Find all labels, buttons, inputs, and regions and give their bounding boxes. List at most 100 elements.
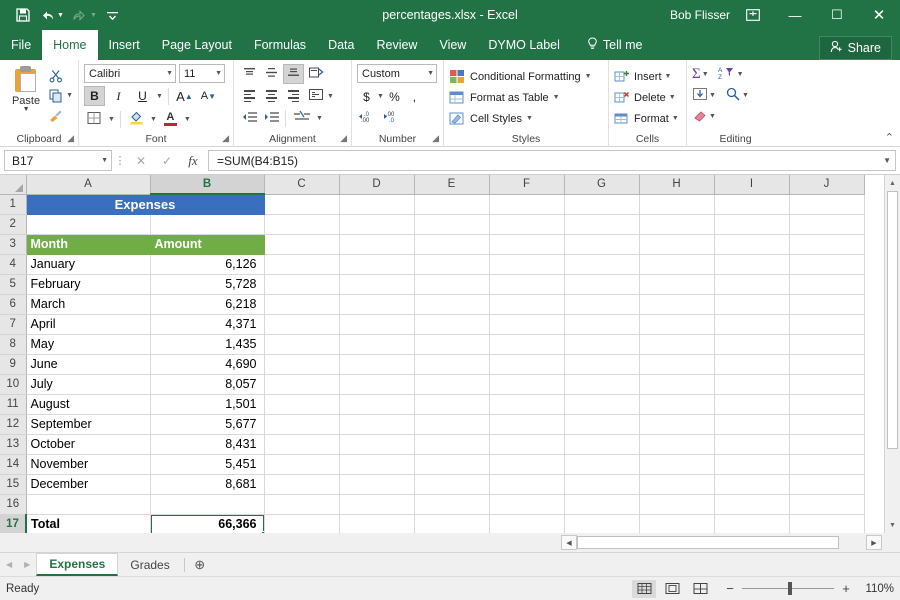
tab-insert[interactable]: Insert <box>98 30 151 60</box>
cell-h13[interactable] <box>639 434 715 455</box>
paste-dropdown-caret[interactable]: ▼ <box>23 106 30 113</box>
cell-e8[interactable] <box>414 334 490 355</box>
cell-h1[interactable] <box>639 194 715 215</box>
cell-b6[interactable]: 6,218 <box>150 294 265 315</box>
cell-c7[interactable] <box>264 314 340 335</box>
column-header-b[interactable]: B <box>150 175 265 195</box>
cell-i4[interactable] <box>714 254 790 275</box>
cell-d10[interactable] <box>339 374 415 395</box>
cell-j14[interactable] <box>789 454 865 475</box>
cell-i11[interactable] <box>714 394 790 415</box>
zoom-out-button[interactable]: − <box>724 581 736 596</box>
cell-h14[interactable] <box>639 454 715 475</box>
cell-f15[interactable] <box>489 474 565 495</box>
cell-h10[interactable] <box>639 374 715 395</box>
horizontal-scrollbar[interactable]: ◀ ▶ <box>561 535 882 550</box>
cell-i13[interactable] <box>714 434 790 455</box>
cell-b3-amount-header[interactable]: Amount <box>150 234 265 255</box>
cell-f16[interactable] <box>489 494 565 515</box>
column-header-d[interactable]: D <box>339 175 415 195</box>
cell-b12[interactable]: 5,677 <box>150 414 265 435</box>
decrease-decimal-button[interactable]: .00.0 <box>382 108 406 127</box>
cell-e11[interactable] <box>414 394 490 415</box>
cell-i6[interactable] <box>714 294 790 315</box>
horizontal-scroll-thumb[interactable] <box>577 536 839 549</box>
cell-e6[interactable] <box>414 294 490 315</box>
cell-j6[interactable] <box>789 294 865 315</box>
row-header-5[interactable]: 5 <box>0 274 27 295</box>
cell-i8[interactable] <box>714 334 790 355</box>
fill-button[interactable]: ▼ <box>692 87 716 104</box>
row-header-8[interactable]: 8 <box>0 334 27 355</box>
fill-color-dropdown-caret[interactable]: ▼ <box>150 116 157 123</box>
row-header-17[interactable]: 17 <box>0 514 27 533</box>
cell-d11[interactable] <box>339 394 415 415</box>
cell-g7[interactable] <box>564 314 640 335</box>
tab-file[interactable]: File <box>0 30 42 60</box>
next-sheet-arrow-icon[interactable]: ▶ <box>24 560 30 569</box>
autosum-button[interactable]: Σ ▼ <box>692 66 709 83</box>
row-header-9[interactable]: 9 <box>0 354 27 375</box>
cell-c3[interactable] <box>264 234 340 255</box>
cell-d5[interactable] <box>339 274 415 295</box>
name-box[interactable]: B17 ▼ <box>4 150 112 171</box>
cut-button[interactable] <box>47 67 73 84</box>
cell-b15[interactable]: 8,681 <box>150 474 265 495</box>
cell-f9[interactable] <box>489 354 565 375</box>
cell-b2[interactable] <box>150 214 265 235</box>
cell-e3[interactable] <box>414 234 490 255</box>
autosum-caret[interactable]: ▼ <box>702 71 709 78</box>
cell-c9[interactable] <box>264 354 340 375</box>
cell-d6[interactable] <box>339 294 415 315</box>
cell-j7[interactable] <box>789 314 865 335</box>
cell-b5[interactable]: 5,728 <box>150 274 265 295</box>
cell-a5[interactable]: February <box>26 274 151 295</box>
cell-h3[interactable] <box>639 234 715 255</box>
font-color-dropdown-caret[interactable]: ▼ <box>184 116 191 123</box>
cell-j10[interactable] <box>789 374 865 395</box>
worksheet-grid[interactable]: A B C D E F G H I J 1 Expenses 2 3 Month… <box>0 175 900 533</box>
cell-e14[interactable] <box>414 454 490 475</box>
cell-h17[interactable] <box>639 514 715 533</box>
cell-d16[interactable] <box>339 494 415 515</box>
sort-filter-caret[interactable]: ▼ <box>737 71 744 78</box>
cell-c2[interactable] <box>264 214 340 235</box>
column-header-h[interactable]: H <box>639 175 715 195</box>
cell-e9[interactable] <box>414 354 490 375</box>
cell-c16[interactable] <box>264 494 340 515</box>
cell-a11[interactable]: August <box>26 394 151 415</box>
merge-dropdown-caret[interactable]: ▼ <box>316 115 323 122</box>
cell-d8[interactable] <box>339 334 415 355</box>
cell-i15[interactable] <box>714 474 790 495</box>
chevron-down-icon[interactable]: ▼ <box>212 70 222 77</box>
cell-g9[interactable] <box>564 354 640 375</box>
tab-data[interactable]: Data <box>317 30 365 60</box>
delete-cells-button[interactable]: Delete ▼ <box>614 87 676 108</box>
cell-f3[interactable] <box>489 234 565 255</box>
row-header-10[interactable]: 10 <box>0 374 27 395</box>
cell-j1[interactable] <box>789 194 865 215</box>
alignment-dialog-launcher[interactable]: ◢ <box>340 131 347 146</box>
fill-color-button[interactable] <box>126 109 147 129</box>
column-header-c[interactable]: C <box>264 175 340 195</box>
fill-handle[interactable] <box>260 530 263 533</box>
cell-i16[interactable] <box>714 494 790 515</box>
row-header-6[interactable]: 6 <box>0 294 27 315</box>
cell-b17-total-value[interactable]: 66,366 <box>150 514 265 533</box>
cell-e17[interactable] <box>414 514 490 533</box>
insert-cells-button[interactable]: Insert ▼ <box>614 66 671 87</box>
cell-e4[interactable] <box>414 254 490 275</box>
cell-g13[interactable] <box>564 434 640 455</box>
column-header-e[interactable]: E <box>414 175 490 195</box>
cell-d4[interactable] <box>339 254 415 275</box>
cell-j12[interactable] <box>789 414 865 435</box>
cell-f5[interactable] <box>489 274 565 295</box>
cell-c6[interactable] <box>264 294 340 315</box>
clear-button[interactable]: ▼ <box>692 108 716 125</box>
cell-g12[interactable] <box>564 414 640 435</box>
save-icon[interactable] <box>12 4 34 26</box>
chevron-down-icon[interactable]: ▼ <box>424 70 434 77</box>
customize-qat-icon[interactable] <box>102 4 124 26</box>
cell-j3[interactable] <box>789 234 865 255</box>
orientation-button[interactable] <box>305 64 326 84</box>
